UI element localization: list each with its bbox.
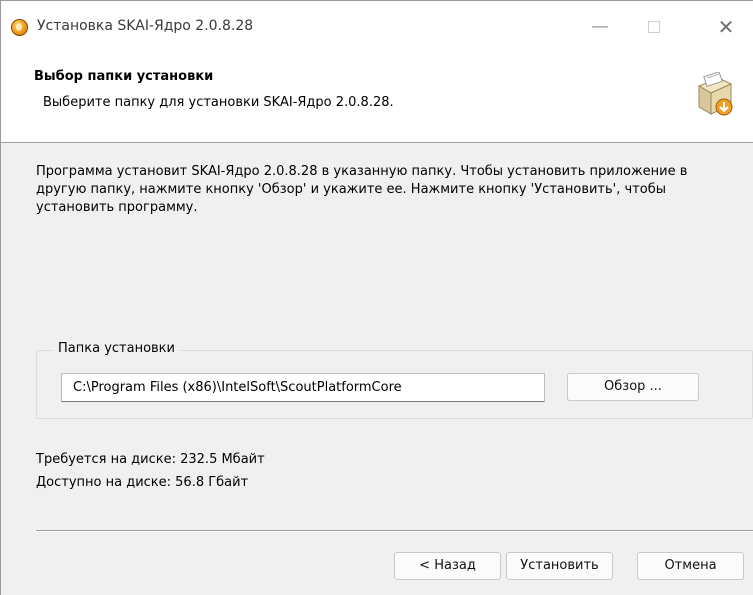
install-path-input[interactable] (61, 373, 545, 402)
app-icon (11, 19, 28, 36)
cancel-button[interactable]: Отмена (637, 552, 744, 580)
page-title: Выбор папки установки (34, 69, 214, 84)
maximize-button[interactable] (639, 15, 669, 39)
wizard-header: Выбор папки установки Выберите папку для… (1, 48, 753, 143)
close-button[interactable]: ✕ (711, 15, 741, 39)
minimize-button[interactable]: — (585, 15, 615, 39)
installer-window: Установка SKAI-Ядро 2.0.8.28 — ✕ Выбор п… (0, 0, 753, 595)
install-folder-label: Папка установки (53, 341, 180, 356)
page-subtitle: Выберите папку для установки SKAI-Ядро 2… (43, 95, 394, 110)
description-text: Программа установит SKAI-Ядро 2.0.8.28 в… (36, 164, 688, 215)
installer-box-icon (697, 72, 733, 116)
browse-button[interactable]: Обзор ... (567, 373, 699, 401)
window-title: Установка SKAI-Ядро 2.0.8.28 (37, 18, 254, 34)
footer-divider (36, 530, 753, 532)
maximize-icon (648, 21, 660, 33)
space-available-text: Доступно на диске: 56.8 Гбайт (36, 475, 249, 490)
title-bar: Установка SKAI-Ядро 2.0.8.28 — ✕ (1, 1, 753, 48)
install-button[interactable]: Установить (506, 552, 613, 580)
back-button[interactable]: < Назад (394, 552, 501, 580)
space-required-text: Требуется на диске: 232.5 Мбайт (36, 452, 265, 467)
